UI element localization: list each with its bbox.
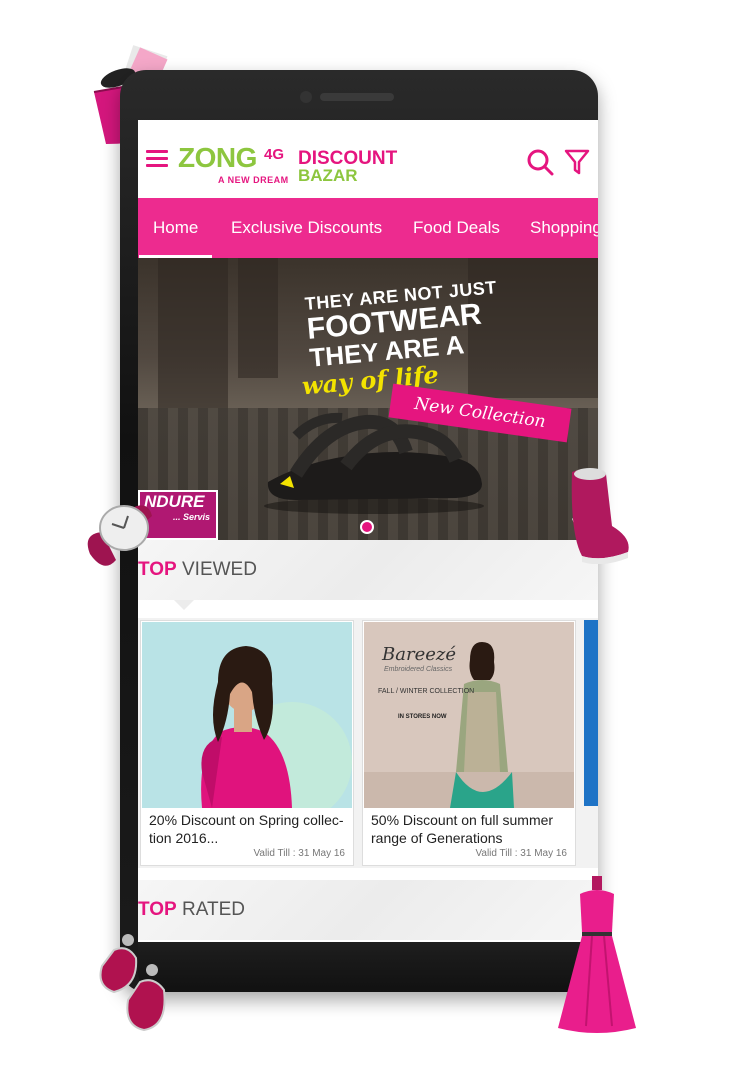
category-nav: Home Exclusive Discounts Food Deals Shop… [138,198,598,258]
speaker [320,93,394,101]
earrings-icon [99,934,166,1032]
tab-shopping[interactable]: Shopping [530,198,598,258]
brand-name: Bareezé [382,644,457,665]
in-stores-text: IN STORES NOW [398,714,447,720]
deal-valid-till: Valid Till : 31 May 16 [475,848,567,859]
season-text: FALL / WINTER COLLECTION [378,688,475,695]
phone-bottom-bezel [138,942,598,992]
top-viewed-list: 20% Discount on Spring collec- tion 2016… [138,618,598,868]
deal-card[interactable]: Bareezé Embroidered Classics FALL / WINT… [362,620,576,866]
banner-headline: THEY ARE NOT JUST FOOTWEAR THEY ARE A wa… [300,277,498,401]
deal-card[interactable]: 20% Discount on Spring collec- tion 2016… [140,620,354,866]
watch-icon [87,505,152,566]
brand-subtitle: Embroidered Classics [384,666,453,673]
section-pointer [174,600,194,610]
app-name-line2: BAZAR [298,166,358,185]
app-header: ZONG 4G A NEW DREAM DISCOUNT BAZAR [138,120,598,198]
deal-card-partial[interactable] [584,620,598,806]
sandal-image [264,412,484,514]
carousel-dot-active[interactable] [360,520,374,534]
section-title-top-rated: TOP RATED [138,899,245,920]
brand-logo: ZONG [178,142,257,173]
deal-image [142,622,352,808]
brand-suffix: 4G [264,146,285,163]
tab-home[interactable]: Home [138,198,213,258]
deal-title: 50% Discount on full summer range of Gen… [371,812,554,846]
sneaker-icon [571,468,629,564]
deal-image: Bareezé Embroidered Classics FALL / WINT… [364,622,574,808]
deal-title: 20% Discount on Spring collec- tion 2016… [149,812,344,846]
promo-banner[interactable]: THEY ARE NOT JUST FOOTWEAR THEY ARE A wa… [138,258,598,540]
app-screen: ZONG 4G A NEW DREAM DISCOUNT BAZAR Home … [138,120,598,942]
filter-icon[interactable] [564,148,590,176]
deal-valid-till: Valid Till : 31 May 16 [253,848,345,859]
tab-food-deals[interactable]: Food Deals [413,198,500,258]
search-icon[interactable] [526,148,554,176]
camera [300,91,312,103]
tab-exclusive-discounts[interactable]: Exclusive Discounts [231,198,382,258]
brand-tagline: A NEW DREAM [218,175,289,185]
dress-icon [558,876,636,1033]
hamburger-menu-icon[interactable] [146,150,168,168]
